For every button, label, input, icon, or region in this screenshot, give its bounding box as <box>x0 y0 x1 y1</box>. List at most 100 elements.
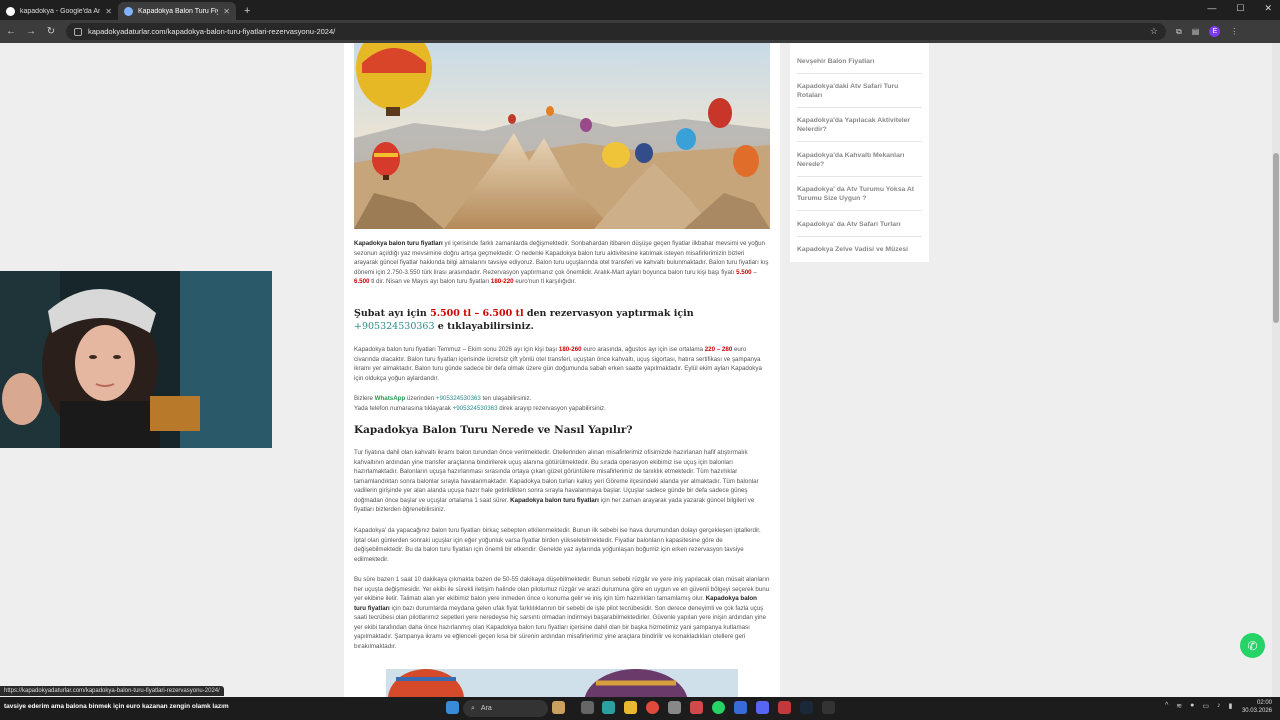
tab-title: Kapadokya Balon Turu Fiyatları <box>138 7 218 15</box>
mic-icon[interactable]: ● <box>1190 702 1194 710</box>
price-highlight: 5.500 tl – 6.500 tl <box>430 308 524 319</box>
sidebar-icon[interactable]: ▤ <box>1192 27 1200 36</box>
sidebar-link[interactable]: Kapadokya'da Yapılacak Aktiviteler Neler… <box>797 116 922 134</box>
sidebar-link[interactable]: Kapadokya' da Atv Turumu Yoksa At Turumu… <box>797 185 922 203</box>
maximize-icon[interactable]: ☐ <box>1236 3 1244 14</box>
sidebar-link[interactable]: Kapadokya' da Atv Safari Turları <box>797 220 922 229</box>
subheading-text: Şubat ayı için <box>354 308 431 319</box>
article-column: Kapadokya balon turu fiyatları yıl içeri… <box>344 43 780 697</box>
paragraph-contact: Bizlere WhatsApp üzerinden +905324530363… <box>354 394 770 413</box>
minimize-icon[interactable]: — <box>1207 3 1216 14</box>
chrome-icon[interactable] <box>646 701 659 714</box>
subheading-text: e tıklayabilirsiniz. <box>434 321 534 332</box>
store-icon[interactable] <box>668 701 681 714</box>
divider <box>797 210 922 211</box>
address-bar[interactable]: kapadokyadaturlar.com/kapadokya-balon-tu… <box>66 23 1166 40</box>
paragraph-prices-intro: Kapadokya balon turu fiyatları yıl içeri… <box>354 239 770 287</box>
back-icon[interactable]: ← <box>2 26 20 37</box>
browser-toolbar: ← → ↻ kapadokyadaturlar.com/kapadokya-ba… <box>0 20 1280 43</box>
app-icon[interactable] <box>690 701 703 714</box>
paragraph-text: Tur fiyatına dahil olan kahvaltı ikramı … <box>354 449 759 504</box>
site-icon <box>124 6 133 16</box>
paragraph-tour-process: Tur fiyatına dahil olan kahvaltı ikramı … <box>354 448 770 515</box>
tab-strip: kapadokya - Google'da Ara ✕ Kapadokya Ba… <box>0 0 1280 20</box>
whatsapp-taskbar-icon[interactable] <box>712 701 725 714</box>
search-icon: ⌕ <box>471 704 475 712</box>
url-text[interactable]: kapadokyadaturlar.com/kapadokya-balon-tu… <box>88 27 1144 36</box>
system-tray: ^ ≋ ● ▭ ♪ ▮ <box>1165 702 1232 710</box>
paragraph-text: ten ulaşabilirsiniz. <box>480 395 532 402</box>
clock[interactable]: 02:00 30.03.2026 <box>1242 700 1272 715</box>
paragraph-text: Bizlere <box>354 395 375 402</box>
paragraph-flight-duration: Bu süre bazen 1 saat 10 dakikaya çıkmakt… <box>354 575 770 651</box>
paragraph-price-factors: Kapadokya' da yapacağınız balon turu fiy… <box>354 526 770 564</box>
balloon-image <box>386 669 738 697</box>
steam-icon[interactable] <box>800 701 813 714</box>
copilot-icon[interactable] <box>602 701 615 714</box>
widget-icon[interactable] <box>552 701 565 714</box>
forward-icon[interactable]: → <box>22 26 40 37</box>
extensions-icon[interactable]: ⧉ <box>1176 27 1182 37</box>
whatsapp-link[interactable]: WhatsApp <box>375 395 406 402</box>
scrollbar[interactable] <box>1272 43 1280 697</box>
chevron-up-icon[interactable]: ^ <box>1165 702 1168 710</box>
obs-icon[interactable] <box>822 701 835 714</box>
price-highlight: 180-220 <box>490 278 514 285</box>
network-icon[interactable]: ▭ <box>1202 702 1209 710</box>
link-status-bubble: https://kapadokyadaturlar.com/kapadokya-… <box>0 686 224 696</box>
price-highlight: 6.500 <box>354 278 370 285</box>
phone-link[interactable]: +905324530363 <box>354 321 435 332</box>
reload-icon[interactable]: ↻ <box>42 26 60 37</box>
divider <box>797 73 922 74</box>
profile-avatar[interactable]: E <box>1209 26 1221 37</box>
app-icon[interactable] <box>734 701 747 714</box>
search-placeholder: Ara <box>480 705 492 712</box>
close-icon[interactable]: ✕ <box>223 7 230 16</box>
discord-icon[interactable] <box>756 701 769 714</box>
paragraph-summer-prices: Kapadokya balon turu fiyatları Temmuz – … <box>354 345 770 383</box>
phone-link[interactable]: +905324530363 <box>436 395 481 402</box>
sidebar-link[interactable]: Nevşehir Balon Fiyatları <box>797 57 922 66</box>
stream-caption: tavsiye ederim ama balona binmek için eu… <box>4 703 229 710</box>
sidebar-link[interactable]: Kapadokya Zelve Vadisi ve Müzesi <box>797 245 922 254</box>
close-window-icon[interactable]: ✕ <box>1264 3 1272 14</box>
paragraph-text: için bazı durumlarda meydana gelen ufak … <box>354 604 767 650</box>
close-icon[interactable]: ✕ <box>105 7 112 16</box>
phone-link[interactable]: +905324530363 <box>453 405 498 412</box>
app-icon[interactable] <box>778 701 791 714</box>
site-info-icon[interactable] <box>74 27 82 36</box>
tab-google-search[interactable]: kapadokya - Google'da Ara ✕ <box>0 2 118 20</box>
section-heading: Kapadokya Balon Turu Nerede ve Nasıl Yap… <box>354 424 633 436</box>
battery-icon[interactable]: ▮ <box>1229 702 1233 710</box>
keyword-bold: Kapadokya balon turu fiyatları <box>354 240 443 247</box>
subheading-february-booking: Şubat ayı için 5.500 tl – 6.500 tl den r… <box>354 307 770 333</box>
menu-icon[interactable]: ⋮ <box>1230 27 1238 36</box>
divider <box>797 236 922 237</box>
scrollbar-thumb[interactable] <box>1273 153 1279 323</box>
sidebar-link[interactable]: Kapadokya'daki Atv Safari Turu Rotaları <box>797 82 922 100</box>
volume-icon[interactable]: ♪ <box>1217 702 1221 710</box>
sidebar-link[interactable]: Kapadokya'da Kahvaltı Mekanları Nerede? <box>797 151 922 169</box>
clock-date: 30.03.2026 <box>1241 707 1272 714</box>
task-view-icon[interactable] <box>581 701 594 714</box>
clock-time: 02:00 <box>1256 700 1272 706</box>
new-tab-button[interactable]: + <box>236 2 258 20</box>
start-icon[interactable] <box>446 701 459 714</box>
divider <box>797 176 922 177</box>
whatsapp-float-button[interactable]: ✆ <box>1240 633 1265 658</box>
subheading-text: den rezervasyon yaptırmak için <box>523 308 694 319</box>
tab-title: kapadokya - Google'da Ara <box>20 7 101 15</box>
sidebar-related-posts: Nevşehir Balon Fiyatları Kapadokya'daki … <box>790 43 929 262</box>
paragraph-text: euro'nun tl karşılığıdır. <box>513 278 577 285</box>
paragraph-text: direk arayıp rezervasyon yapabilirsiniz. <box>497 404 606 412</box>
divider <box>797 107 922 108</box>
paragraph-text: euro arasında, ağustos ayı için ise orta… <box>581 346 705 353</box>
price-highlight: 220 – 280 <box>704 346 733 353</box>
whatsapp-icon: ✆ <box>1247 638 1258 653</box>
taskbar-search[interactable]: ⌕ Ara <box>463 700 548 717</box>
webcam-overlay <box>0 271 272 448</box>
wifi-icon[interactable]: ≋ <box>1176 702 1182 710</box>
bookmark-star-icon[interactable]: ☆ <box>1150 26 1158 37</box>
file-explorer-icon[interactable] <box>624 701 637 714</box>
tab-balloon-prices[interactable]: Kapadokya Balon Turu Fiyatları ✕ <box>118 2 236 20</box>
